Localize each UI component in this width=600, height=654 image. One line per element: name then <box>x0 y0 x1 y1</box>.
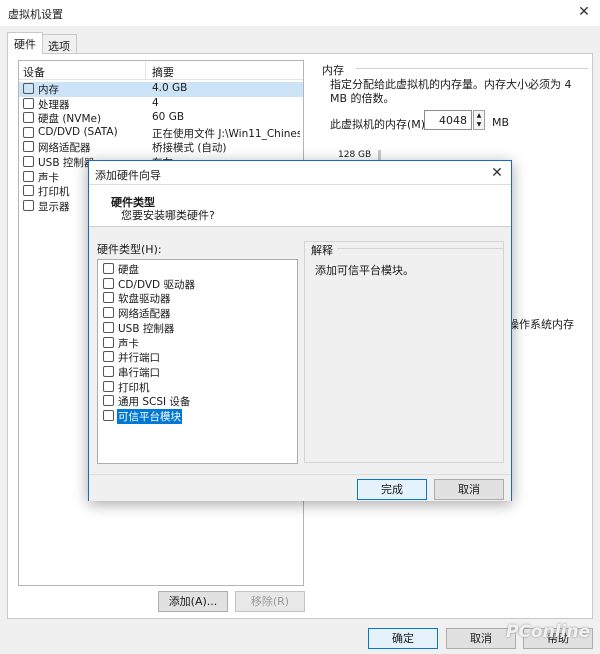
explanation-group: 解释 添加可信平台模块。 <box>304 241 504 463</box>
hardware-type-list[interactable]: 硬盘 CD/DVD 驱动器 软盘驱动器网络适配器 USB 控制器 声卡并行端口 串行端口打… <box>97 259 298 464</box>
device-name: 硬盘 (NVMe) <box>38 113 102 126</box>
hardware-type-label: 软盘驱动器 <box>118 293 171 306</box>
device-name: 声卡 <box>38 171 59 184</box>
dialog-cancel-button[interactable]: 取消 <box>434 479 504 500</box>
device-name: 内存 <box>38 84 59 96</box>
cd-icon <box>103 277 114 289</box>
memory-unit: MB <box>492 116 510 129</box>
display-icon <box>23 199 34 211</box>
cpu-icon <box>23 97 34 109</box>
column-header-device[interactable]: 设备 <box>23 64 45 80</box>
device-row[interactable]: CD/DVD (SATA) 正在使用文件 J:\Win11_Chines... <box>19 126 303 141</box>
device-summary: 正在使用文件 J:\Win11_Chines... <box>152 127 300 140</box>
device-summary: 桥接模式 (自动) <box>152 142 227 155</box>
memory-stepper[interactable]: ▲ ▼ <box>473 110 485 130</box>
device-row[interactable]: 硬盘 (NVMe) 60 GB <box>19 111 303 126</box>
window-title: 虚拟机设置 <box>8 8 63 21</box>
hardware-type-label: 硬盘 <box>118 264 139 276</box>
usb-icon <box>23 156 34 167</box>
device-name: 处理器 <box>38 98 70 111</box>
sound-icon <box>103 336 114 348</box>
floppy-icon <box>103 292 114 304</box>
device-name: 显示器 <box>38 200 70 213</box>
hardware-type-label: 打印机 <box>118 381 150 394</box>
hardware-type-label: CD/DVD 驱动器 <box>118 278 195 291</box>
hardware-type-label: 串行端口 <box>118 366 160 379</box>
device-name: 打印机 <box>38 186 70 199</box>
dialog-header: 硬件类型 您要安装哪类硬件? <box>89 185 511 227</box>
printer-icon <box>23 185 34 197</box>
memory-icon <box>23 83 34 94</box>
device-summary: 60 GB <box>152 111 185 124</box>
close-icon[interactable]: ✕ <box>572 2 596 22</box>
remove-button[interactable]: 移除(R) <box>235 591 305 612</box>
tpm-icon <box>103 410 114 421</box>
device-name: USB 控制器 <box>38 157 95 169</box>
finish-button[interactable]: 完成 <box>357 479 427 500</box>
device-name: 网络适配器 <box>38 142 91 155</box>
disk-icon <box>23 112 34 124</box>
dialog-title-bar: 添加硬件向导 ✕ <box>89 161 511 185</box>
serial-port-icon <box>103 365 114 377</box>
device-row[interactable]: 内存 4.0 GB <box>19 82 303 97</box>
column-divider <box>145 61 146 80</box>
ok-button[interactable]: 确定 <box>368 628 438 649</box>
printer-icon <box>103 380 114 392</box>
memory-description: 指定分配给此虚拟机的内存量。内存大小必须为 4 MB 的倍数。 <box>330 78 572 105</box>
hardware-type-label: 通用 SCSI 设备 <box>118 396 191 409</box>
hardware-type-label: 硬件类型(H): <box>97 243 162 256</box>
sound-icon <box>23 170 34 182</box>
device-name: CD/DVD (SATA) <box>38 125 118 138</box>
device-row[interactable]: 处理器 4 <box>19 97 303 112</box>
explanation-title: 解释 <box>311 244 333 257</box>
memory-slider-tick: 128 GB <box>338 150 372 160</box>
device-row[interactable]: 网络适配器 桥接模式 (自动) <box>19 140 303 155</box>
add-button[interactable]: 添加(A)... <box>158 591 228 612</box>
network-icon <box>103 307 114 319</box>
hardware-type-label: 并行端口 <box>118 352 160 365</box>
hardware-type-label: 可信平台模块 <box>117 409 182 424</box>
hardware-type-label: 网络适配器 <box>118 308 171 321</box>
usb-icon <box>103 321 114 333</box>
guest-os-memory-label: 操作系统内存 <box>508 318 574 331</box>
memory-input[interactable]: 4048 <box>424 110 472 130</box>
dialog-title: 添加硬件向导 <box>95 169 161 182</box>
hardware-type-label: 声卡 <box>118 337 139 350</box>
parallel-port-icon <box>103 351 114 363</box>
group-divider <box>356 68 588 69</box>
watermark-logo: PConline <box>506 622 591 642</box>
tab-hardware[interactable]: 硬件 <box>7 32 43 54</box>
device-list-header: 设备 摘要 <box>19 61 303 80</box>
dialog-subheading: 您要安装哪类硬件? <box>121 209 215 222</box>
add-hardware-dialog: 添加硬件向导 ✕ 硬件类型 您要安装哪类硬件? 硬件类型(H): 硬盘 CD/DV… <box>88 160 512 501</box>
cd-icon <box>23 126 34 138</box>
device-summary: 4 <box>152 96 159 109</box>
memory-label: 此虚拟机的内存(M): <box>330 118 429 131</box>
title-bar: 虚拟机设置 ✕ <box>0 0 600 26</box>
dialog-close-icon[interactable]: ✕ <box>487 163 507 183</box>
device-summary: 4.0 GB <box>152 82 188 94</box>
column-header-summary[interactable]: 摘要 <box>152 64 174 80</box>
hardware-type-label: USB 控制器 <box>118 322 175 335</box>
tab-options[interactable]: 选项 <box>41 34 77 53</box>
memory-group-title: 内存 <box>322 64 344 77</box>
disk-icon <box>103 263 114 274</box>
group-divider <box>337 248 503 249</box>
explanation-text: 添加可信平台模块。 <box>315 264 414 277</box>
scsi-icon <box>103 395 114 407</box>
dialog-divider <box>89 474 511 475</box>
network-icon <box>23 141 34 153</box>
